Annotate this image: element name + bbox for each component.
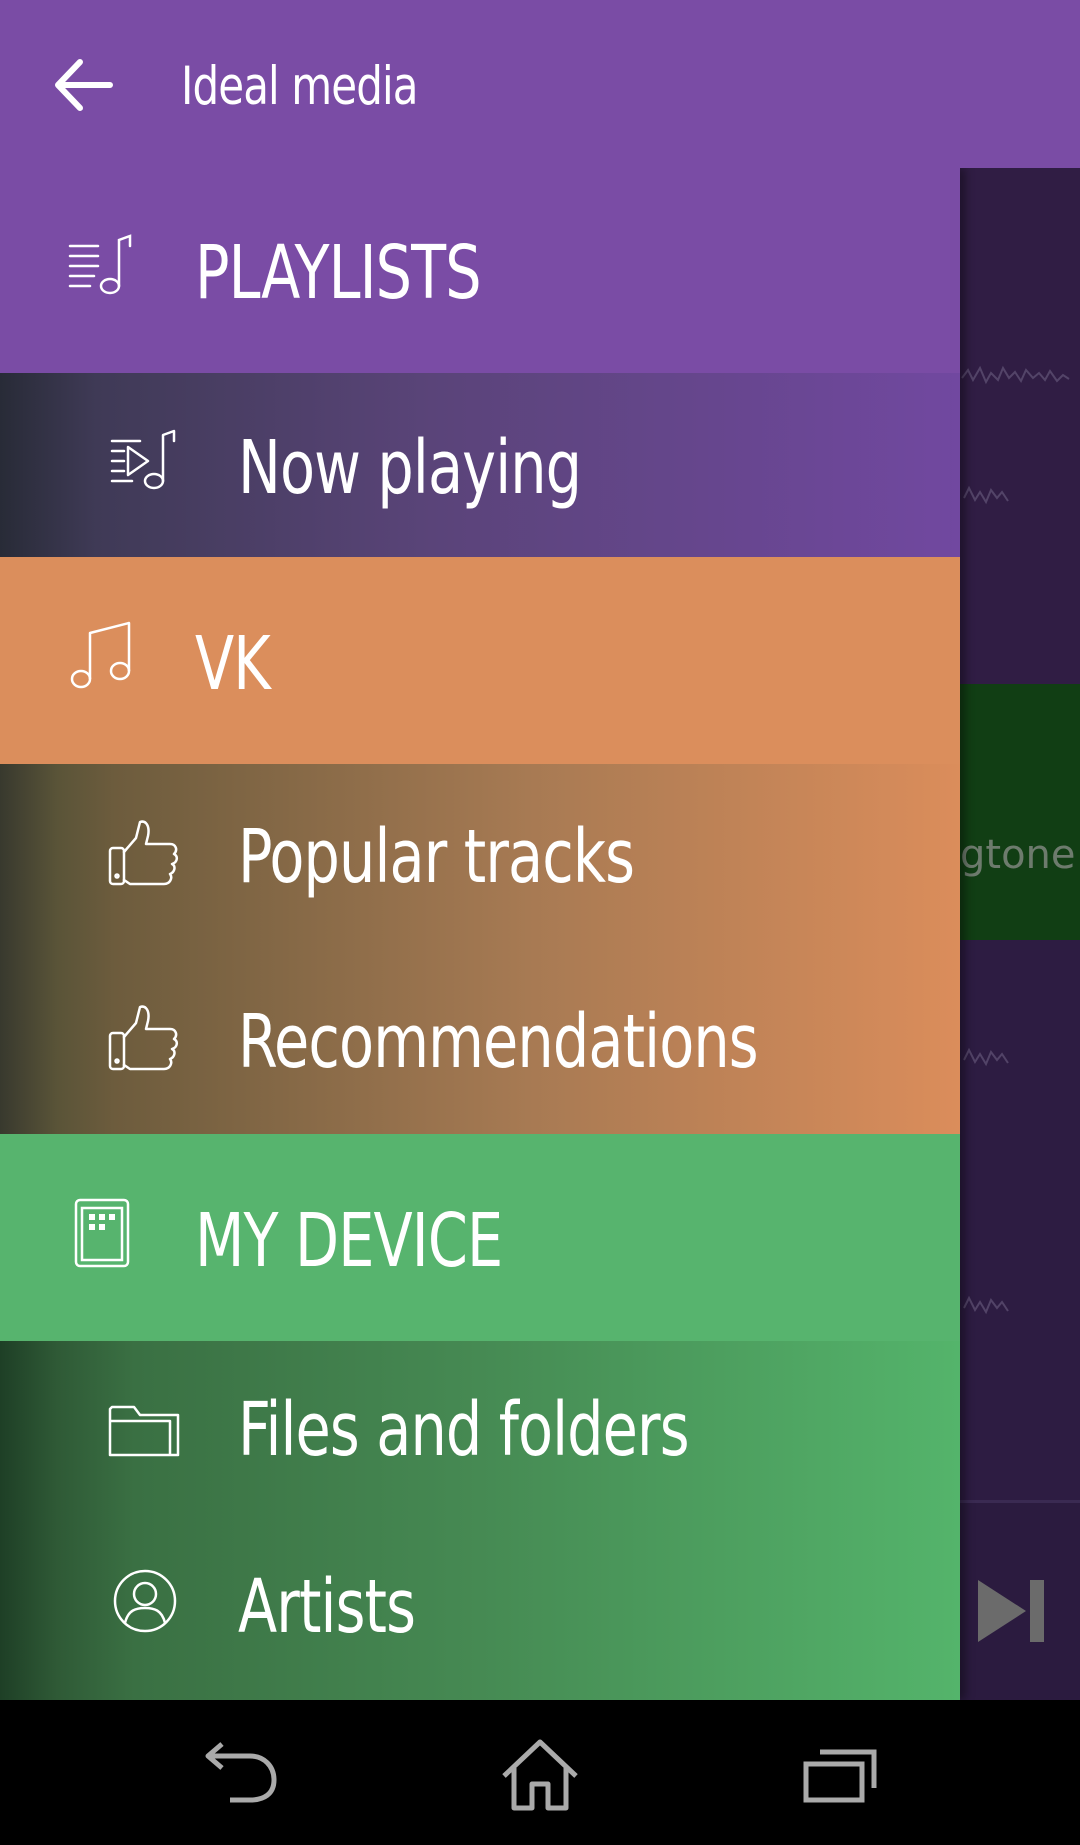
playlist-icon [68, 234, 134, 300]
navigation-drawer: PLAYLISTS Now playing VK Popular tracks … [0, 168, 960, 1700]
skip-next-icon[interactable] [976, 1576, 1050, 1646]
section-playlists[interactable]: PLAYLISTS [0, 168, 960, 373]
background-track-card[interactable] [960, 940, 1080, 1500]
drawer-item-label: Files and folders [238, 1387, 690, 1473]
music-note-icon [70, 619, 136, 691]
device-icon [74, 1198, 130, 1268]
scribble-decoration [963, 1295, 1009, 1315]
background-content: gtone [960, 168, 1080, 1703]
folder-icon [108, 1399, 180, 1459]
drawer-item-label: Popular tracks [238, 814, 635, 900]
app-title: Ideal media [181, 56, 418, 117]
thumbs-up-icon [108, 818, 180, 888]
scribble-decoration [963, 1047, 1009, 1067]
section-my-device-label: MY DEVICE [195, 1198, 503, 1284]
nav-recents-icon[interactable] [800, 1738, 880, 1812]
thumbs-up-icon [108, 1003, 180, 1073]
nav-home-icon[interactable] [500, 1738, 580, 1812]
background-track-card[interactable] [960, 168, 1080, 684]
arrow-left-icon[interactable] [50, 52, 116, 118]
background-ringtone-card[interactable]: gtone [960, 684, 1080, 940]
vk-subsection: Popular tracks Recommendations [0, 764, 960, 1134]
drawer-item-label: Now playing [238, 425, 582, 511]
device-subsection: Files and folders Artists [0, 1341, 960, 1700]
drawer-item-files-and-folders[interactable]: Files and folders [0, 1341, 960, 1526]
scribble-decoration [961, 365, 1070, 385]
ringtone-text: gtone [960, 832, 1076, 878]
drawer-item-popular-tracks[interactable]: Popular tracks [0, 764, 960, 949]
playlist-play-icon [110, 429, 176, 495]
drawer-item-label: Recommendations [238, 999, 759, 1085]
drawer-item-artists[interactable]: Artists [0, 1526, 960, 1700]
nav-back-icon[interactable] [202, 1738, 282, 1812]
section-my-device[interactable]: MY DEVICE [0, 1134, 960, 1341]
person-icon [112, 1568, 178, 1634]
drawer-item-recommendations[interactable]: Recommendations [0, 949, 960, 1134]
app-bar: Ideal media [0, 0, 1080, 168]
section-vk[interactable]: VK [0, 557, 960, 764]
system-navigation-bar [0, 1700, 1080, 1845]
drawer-item-now-playing[interactable]: Now playing [0, 373, 960, 557]
drawer-item-label: Artists [238, 1564, 416, 1650]
section-vk-label: VK [195, 621, 271, 707]
scribble-decoration [963, 485, 1009, 505]
section-playlists-label: PLAYLISTS [195, 230, 482, 316]
